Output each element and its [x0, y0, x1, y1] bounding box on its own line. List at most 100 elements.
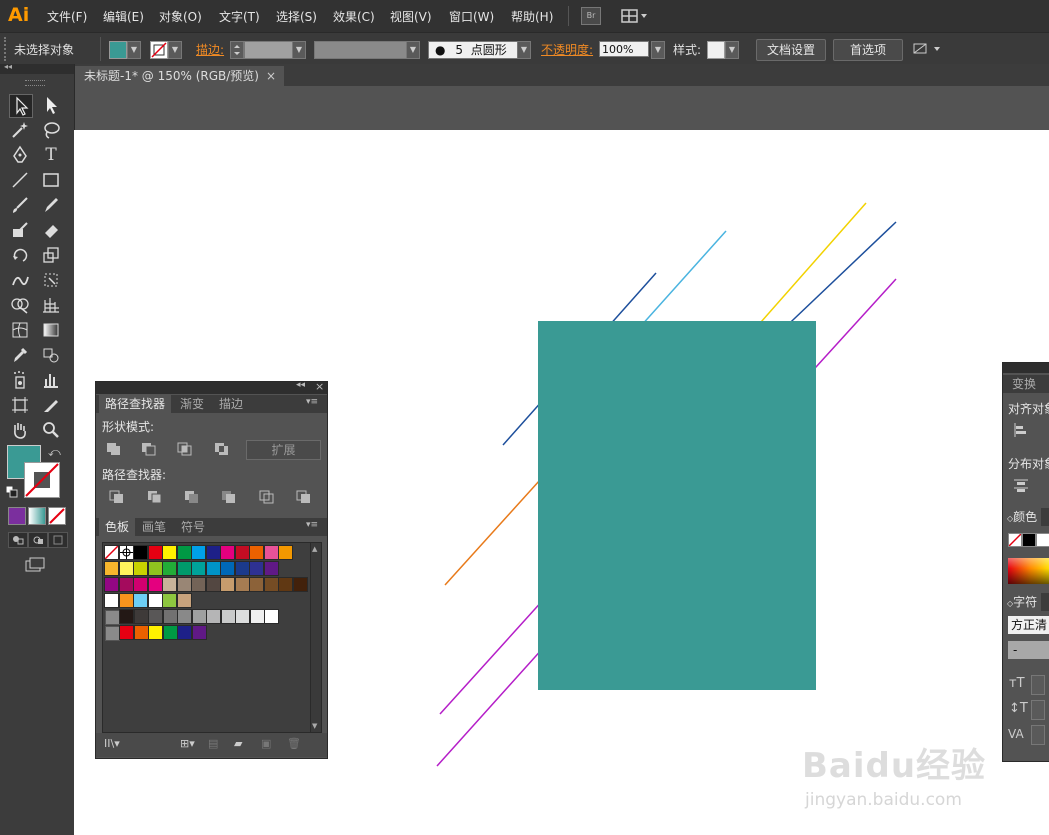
swatch-options-icon[interactable]: ▤	[208, 737, 218, 750]
menu-object[interactable]: 对象(O)	[159, 8, 202, 25]
color-swatch[interactable]	[162, 609, 178, 624]
color-swatch[interactable]	[249, 609, 265, 624]
color-swatch[interactable]	[191, 609, 207, 624]
new-swatch-icon[interactable]: ▣	[261, 737, 271, 750]
document-tab[interactable]: 未标题-1* @ 150% (RGB/预览)	[74, 66, 284, 86]
color-swatch[interactable]	[176, 593, 192, 608]
color-spectrum[interactable]	[1008, 558, 1049, 584]
panel-menu-icon[interactable]: ▾≡	[306, 397, 318, 407]
color-swatch[interactable]	[205, 561, 221, 576]
menu-effect[interactable]: 效果(C)	[333, 8, 375, 25]
color-swatch[interactable]	[104, 561, 119, 576]
style-dropdown[interactable]: ▼	[725, 41, 739, 59]
color-swatch[interactable]	[205, 577, 221, 592]
color-swatch[interactable]	[118, 577, 134, 592]
color-swatch[interactable]	[263, 561, 279, 576]
align-left-icon[interactable]	[1012, 422, 1030, 438]
menu-view[interactable]: 视图(V)	[390, 8, 432, 25]
color-swatch[interactable]	[119, 625, 134, 640]
default-fill-stroke-icon[interactable]	[5, 485, 18, 498]
magic-wand-tool-icon[interactable]	[9, 119, 31, 141]
leading-stepper[interactable]	[1031, 700, 1045, 720]
gradient-mode-icon[interactable]	[28, 507, 46, 525]
color-swatch[interactable]	[191, 545, 206, 560]
line-light-blue[interactable]	[639, 230, 727, 328]
direct-selection-tool-icon[interactable]	[40, 94, 62, 116]
fill-dropdown[interactable]: ▼	[127, 41, 141, 59]
stroke-label[interactable]: 描边:	[196, 41, 224, 58]
kerning-stepper[interactable]	[1031, 725, 1045, 745]
brush-definition[interactable]: ● 5 点圆形	[428, 41, 518, 59]
stroke-color-swatch[interactable]	[150, 41, 168, 59]
tools-grip[interactable]	[25, 80, 45, 86]
scroll-up-icon[interactable]: ▲	[312, 545, 317, 553]
hand-tool-icon[interactable]	[9, 419, 31, 441]
distribute-top-icon[interactable]	[1012, 477, 1030, 493]
color-swatch[interactable]	[234, 561, 250, 576]
expand-button[interactable]: 扩展	[246, 440, 321, 460]
outline-icon[interactable]	[258, 489, 276, 505]
color-mode-icon[interactable]	[8, 507, 26, 525]
color-swatch[interactable]	[133, 609, 149, 624]
free-transform-tool-icon[interactable]	[40, 269, 62, 291]
color-swatch[interactable]	[118, 561, 134, 576]
brush-dropdown[interactable]: ▼	[517, 41, 531, 59]
color-swatch[interactable]	[292, 577, 308, 592]
line-tool-icon[interactable]	[9, 169, 31, 191]
tab-symbols[interactable]: 符号	[175, 518, 211, 536]
color-group-folder-icon[interactable]	[105, 626, 120, 641]
pencil-tool-icon[interactable]	[40, 194, 62, 216]
intersect-icon[interactable]	[176, 441, 194, 457]
slice-tool-icon[interactable]	[40, 394, 62, 416]
line-orange[interactable]	[444, 479, 541, 586]
type-tool-icon[interactable]: T	[40, 144, 62, 166]
black-color-swatch[interactable]	[1022, 533, 1036, 547]
profile-dropdown[interactable]: ▼	[406, 41, 420, 59]
menu-file[interactable]: 文件(F)	[47, 8, 87, 25]
color-swatch[interactable]	[162, 577, 177, 592]
none-swatch[interactable]	[104, 545, 119, 560]
tab-brushes[interactable]: 画笔	[136, 518, 172, 536]
unite-icon[interactable]	[105, 441, 123, 457]
draw-inside-icon[interactable]	[48, 532, 68, 548]
color-swatch[interactable]	[162, 625, 178, 640]
color-swatch[interactable]	[278, 545, 293, 560]
lasso-tool-icon[interactable]	[40, 119, 62, 141]
color-swatch[interactable]	[148, 609, 163, 624]
eraser-tool-icon[interactable]	[40, 219, 62, 241]
artboard-tool-icon[interactable]	[9, 394, 31, 416]
pen-tool-icon[interactable]	[9, 144, 31, 166]
tab-gradient[interactable]: 渐变	[174, 395, 210, 413]
rectangle-tool-icon[interactable]	[40, 169, 62, 191]
arrange-documents-button[interactable]	[912, 41, 944, 57]
paintbrush-tool-icon[interactable]	[9, 194, 31, 216]
color-swatch[interactable]	[176, 545, 192, 560]
color-swatch[interactable]	[234, 577, 250, 592]
color-swatch[interactable]	[133, 561, 148, 576]
color-swatch[interactable]	[177, 609, 192, 624]
trim-icon[interactable]	[146, 489, 164, 505]
opacity-dropdown[interactable]: ▼	[651, 41, 665, 59]
line-magenta-2[interactable]	[439, 598, 545, 715]
color-swatch[interactable]	[235, 609, 250, 624]
color-swatch[interactable]	[220, 561, 235, 576]
menu-type[interactable]: 文字(T)	[219, 8, 260, 25]
menu-edit[interactable]: 编辑(E)	[103, 8, 144, 25]
color-swatch[interactable]	[191, 561, 206, 576]
zoom-tool-icon[interactable]	[40, 419, 62, 441]
document-setup-button[interactable]: 文档设置	[756, 39, 826, 61]
color-swatch[interactable]	[176, 561, 192, 576]
swap-fill-stroke-icon[interactable]: ⤺	[48, 445, 62, 459]
color-swatch[interactable]	[148, 625, 163, 640]
none-mode-icon[interactable]	[48, 507, 66, 525]
color-swatch[interactable]	[162, 593, 177, 608]
color-swatch[interactable]	[176, 577, 192, 592]
registration-swatch[interactable]	[118, 545, 134, 560]
tab-color[interactable]: ◇颜色	[1003, 508, 1042, 526]
draw-behind-icon[interactable]	[28, 532, 48, 548]
font-style-field[interactable]: -	[1008, 641, 1049, 659]
line-magenta-3[interactable]	[436, 646, 545, 767]
color-swatch[interactable]	[220, 609, 236, 624]
grip-handle[interactable]	[4, 37, 9, 61]
graphic-style-swatch[interactable]	[707, 41, 725, 59]
